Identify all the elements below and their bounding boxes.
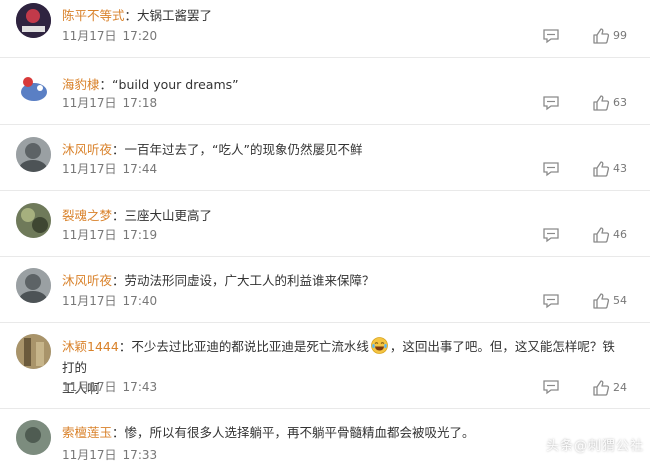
thumbs-up-icon <box>593 227 610 243</box>
comment-time: 17:44 <box>122 162 158 176</box>
comment-meta: 11月17日 17:43 <box>62 378 157 395</box>
comment-icon[interactable] <box>542 227 560 243</box>
comment-text: 三座大山更高了 <box>124 208 213 223</box>
avatar[interactable] <box>16 137 51 172</box>
avatar[interactable] <box>16 203 51 238</box>
comment-date: 11月17日 <box>62 162 117 176</box>
comment-text: 不少去过比亚迪的都说比亚迪是死亡流水线 <box>131 339 369 354</box>
colon: ： <box>118 339 132 354</box>
divider <box>0 124 650 125</box>
divider <box>0 408 650 409</box>
comment-content: 裂魂之梦：三座大山更高了 <box>62 205 622 226</box>
thumbs-up-icon <box>593 28 610 44</box>
laughing-crying-emoji-icon <box>370 337 388 354</box>
like-count: 24 <box>613 381 627 394</box>
comment-date: 11月17日 <box>62 96 117 110</box>
comment-content: 海豹棣：“build your dreams” <box>62 74 622 95</box>
comment-date: 11月17日 <box>62 228 117 242</box>
like-count: 63 <box>613 96 627 109</box>
avatar[interactable] <box>16 420 51 455</box>
comment-content: 沐风听夜：一百年过去了，“吃人”的现象仍然屡见不鲜 <box>62 139 622 160</box>
colon: ： <box>112 273 125 288</box>
avatar[interactable] <box>16 3 51 38</box>
colon: ： <box>124 8 138 23</box>
divider <box>0 322 650 323</box>
username-link[interactable]: 裂魂之梦 <box>62 208 112 223</box>
like-count: 99 <box>613 29 627 42</box>
username-link[interactable]: 海豹棣 <box>62 77 100 92</box>
username-link[interactable]: 沐风听夜 <box>62 142 112 157</box>
colon: ： <box>112 142 125 157</box>
username-link[interactable]: 陈平不等式 <box>62 8 125 23</box>
thumbs-up-icon <box>593 95 610 111</box>
divider <box>0 256 650 257</box>
avatar[interactable] <box>16 72 51 107</box>
comment-time: 17:19 <box>122 228 158 242</box>
comment-meta: 11月17日 17:33 <box>62 446 157 463</box>
comment-meta: 11月17日 17:20 <box>62 27 157 44</box>
comment-text: “build your dreams” <box>112 77 239 92</box>
comment-content: 沐风听夜：劳动法形同虚设，广大工人的利益谁来保障？ <box>62 270 622 291</box>
avatar[interactable] <box>16 334 51 369</box>
username-link[interactable]: 沐风听夜 <box>62 273 112 288</box>
thumbs-up-icon <box>593 161 610 177</box>
comment-text: 劳动法形同虚设，广大工人的利益谁来保障？ <box>124 273 375 288</box>
divider <box>0 190 650 191</box>
comment-date: 11月17日 <box>62 29 117 43</box>
comment-meta: 11月17日 17:18 <box>62 94 157 111</box>
comment-text: 惨，所以有很多人选择躺平，再不躺平骨髓精血都会被吸光了。 <box>124 425 475 440</box>
comment-time: 17:43 <box>122 380 158 394</box>
comment-icon[interactable] <box>542 28 560 44</box>
thumbs-up-icon <box>593 380 610 396</box>
comment-meta: 11月17日 17:40 <box>62 292 157 309</box>
colon: ： <box>99 77 113 92</box>
colon: ： <box>112 208 125 223</box>
username-link[interactable]: 沐颖1444 <box>62 339 119 354</box>
comment-text: 一百年过去了，“吃人”的现象仍然屡见不鲜 <box>124 142 363 157</box>
avatar[interactable] <box>16 268 51 303</box>
comment-time: 17:40 <box>122 294 158 308</box>
comment-content: 陈平不等式：大锅工酱罢了 <box>62 5 622 26</box>
thumbs-up-icon <box>593 293 610 309</box>
comment-text: 大锅工酱罢了 <box>137 8 213 23</box>
username-link[interactable]: 索檀莲玉 <box>62 425 112 440</box>
comment-date: 11月17日 <box>62 380 117 394</box>
comment-time: 17:20 <box>122 29 158 43</box>
like-count: 46 <box>613 228 627 241</box>
comment-time: 17:18 <box>122 96 158 110</box>
comment-icon[interactable] <box>542 293 560 309</box>
comment-icon[interactable] <box>542 95 560 111</box>
comment-time: 17:33 <box>122 448 158 462</box>
comment-icon[interactable] <box>542 379 560 395</box>
comment-date: 11月17日 <box>62 448 117 462</box>
like-count: 54 <box>613 294 627 307</box>
comment-meta: 11月17日 17:19 <box>62 226 157 243</box>
comment-icon[interactable] <box>542 161 560 177</box>
like-count: 43 <box>613 162 627 175</box>
comment-date: 11月17日 <box>62 294 117 308</box>
comment-content: 索檀莲玉：惨，所以有很多人选择躺平，再不躺平骨髓精血都会被吸光了。 <box>62 422 622 443</box>
watermark: 头条@刺猬公社 <box>545 439 644 454</box>
comment-meta: 11月17日 17:44 <box>62 160 157 177</box>
colon: ： <box>112 425 125 440</box>
divider <box>0 57 650 58</box>
